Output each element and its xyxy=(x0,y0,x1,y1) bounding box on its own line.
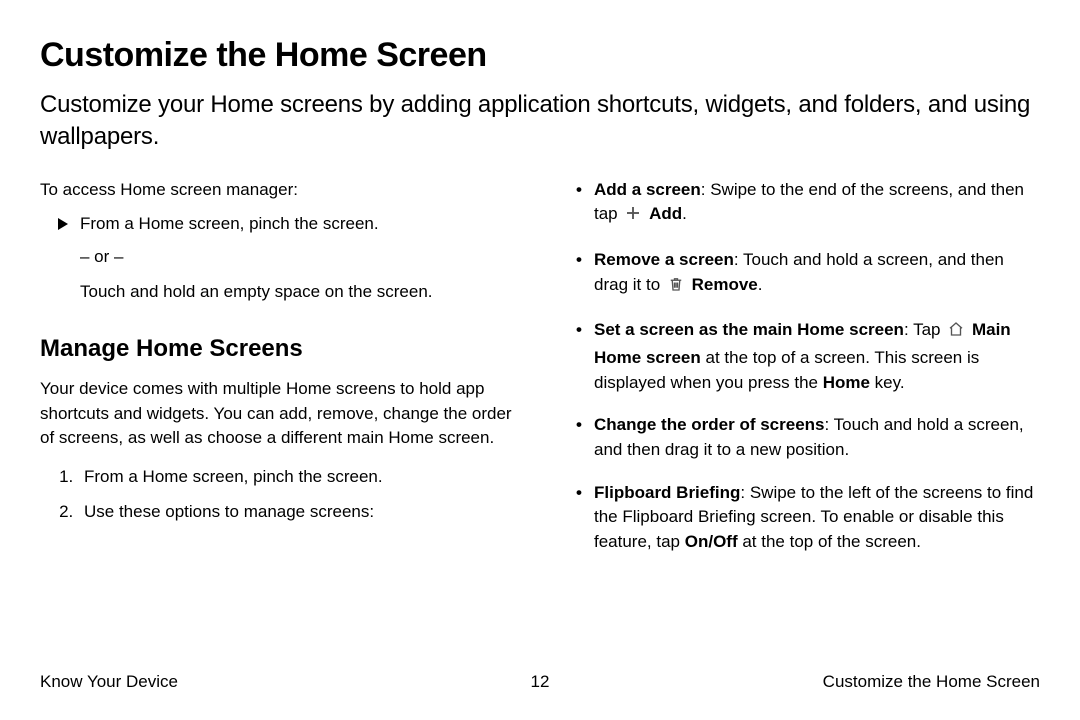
option-label: Change the order of screens xyxy=(594,415,825,434)
option-text-end: key. xyxy=(870,373,905,392)
option-label: Remove a screen xyxy=(594,250,734,269)
page-footer: Know Your Device 12 Customize the Home S… xyxy=(40,672,1040,692)
arrow-list-item: From a Home screen, pinch the screen. xyxy=(58,212,516,237)
triangle-bullet-icon xyxy=(58,218,68,230)
list-item: Set a screen as the main Home screen: Ta… xyxy=(564,318,1040,395)
step-item: Use these options to manage screens: xyxy=(78,500,516,525)
option-action: Add xyxy=(649,204,682,223)
touch-hold-text: Touch and hold an empty space on the scr… xyxy=(80,280,516,305)
home-icon xyxy=(947,320,965,346)
option-label: Flipboard Briefing xyxy=(594,483,740,502)
home-key-label: Home xyxy=(823,373,870,392)
option-label: Set a screen as the main Home screen xyxy=(594,320,904,339)
step-item: From a Home screen, pinch the screen. xyxy=(78,465,516,490)
steps-list: From a Home screen, pinch the screen. Us… xyxy=(78,465,516,524)
list-item: Add a screen: Swipe to the end of the sc… xyxy=(564,178,1040,230)
page-title: Customize the Home Screen xyxy=(40,36,1040,75)
list-item: Remove a screen: Touch and hold a screen… xyxy=(564,248,1040,300)
options-list: Add a screen: Swipe to the end of the sc… xyxy=(564,178,1040,555)
footer-right: Customize the Home Screen xyxy=(823,672,1040,692)
option-action: Remove xyxy=(692,275,758,294)
manage-description: Your device comes with multiple Home scr… xyxy=(40,377,516,451)
option-text: : Tap xyxy=(904,320,945,339)
option-text-end: . xyxy=(758,275,763,294)
option-action: On/Off xyxy=(685,532,738,551)
option-text-end: . xyxy=(682,204,687,223)
page-number: 12 xyxy=(531,672,550,692)
footer-left: Know Your Device xyxy=(40,672,178,692)
list-item: Flipboard Briefing: Swipe to the left of… xyxy=(564,481,1040,555)
option-label: Add a screen xyxy=(594,180,701,199)
plus-icon xyxy=(624,204,642,230)
subheading-manage: Manage Home Screens xyxy=(40,332,516,367)
or-separator: – or – xyxy=(80,245,516,270)
access-intro: To access Home screen manager: xyxy=(40,178,516,203)
trash-icon xyxy=(667,275,685,301)
right-column: Add a screen: Swipe to the end of the sc… xyxy=(564,178,1040,573)
arrow-item-text: From a Home screen, pinch the screen. xyxy=(80,212,379,237)
left-column: To access Home screen manager: From a Ho… xyxy=(40,178,516,573)
list-item: Change the order of screens: Touch and h… xyxy=(564,413,1040,462)
option-text-end: at the top of the screen. xyxy=(738,532,921,551)
intro-paragraph: Customize your Home screens by adding ap… xyxy=(40,89,1040,154)
